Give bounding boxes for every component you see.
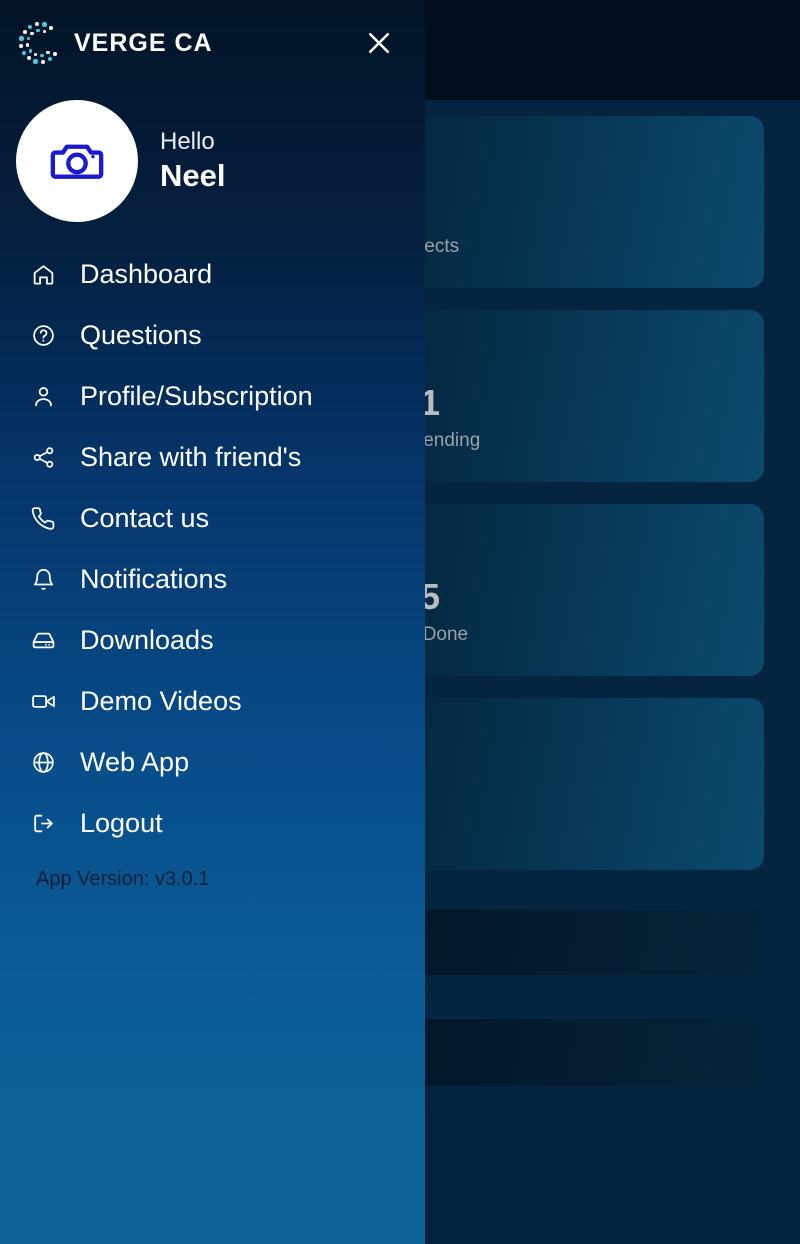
menu-label: Demo Videos [80,686,242,716]
avatar[interactable] [16,100,138,222]
menu-label: Share with friend's [80,442,302,472]
brand-name: VERGE CA [74,28,213,57]
menu-label: Contact us [80,503,210,533]
menu-item-questions[interactable]: Questions [0,305,425,366]
phone-icon [28,504,58,534]
user-name: Neel [160,158,226,193]
menu-label: Downloads [80,625,214,655]
bell-icon [28,565,58,595]
home-icon [28,260,58,290]
share-icon [28,443,58,473]
menu-item-notifications[interactable]: Notifications [0,549,425,610]
menu-item-share-with-friends[interactable]: Share with friend's [0,427,425,488]
menu-label: Questions [80,320,202,350]
brand: VERGE CA [14,17,357,69]
menu-item-demo-videos[interactable]: Demo Videos [0,671,425,732]
logout-icon [28,809,58,839]
menu-item-web-app[interactable]: Web App [0,732,425,793]
drawer-menu: Dashboard Questions Profile/Subscription [0,244,425,854]
app-version-label: App Version: v3.0.1 [36,868,210,890]
menu-item-downloads[interactable]: Downloads [0,610,425,671]
greeting-text: Hello [160,128,215,155]
profile-header[interactable]: Hello Neel [0,86,425,244]
menu-label: Web App [80,747,190,777]
menu-item-contact-us[interactable]: Contact us [0,488,425,549]
greeting-block: Hello Neel [160,128,225,194]
drawer-header: VERGE CA [0,0,425,86]
video-camera-icon [28,687,58,717]
menu-item-dashboard[interactable]: Dashboard [0,244,425,305]
dot-ring-logo-icon [14,17,66,69]
menu-label: Notifications [80,564,228,594]
globe-icon [28,748,58,778]
hard-drive-icon [28,626,58,656]
help-circle-icon [28,321,58,351]
menu-label: Profile/Subscription [80,381,313,411]
menu-label: Logout [80,808,163,838]
menu-item-profile-subscription[interactable]: Profile/Subscription [0,366,425,427]
close-icon[interactable] [357,21,401,65]
user-icon [28,382,58,412]
menu-item-logout[interactable]: Logout [0,793,425,854]
navigation-drawer: VERGE CA Hello Neel Dashboard Questions … [0,0,425,1244]
menu-label: Dashboard [80,259,213,289]
